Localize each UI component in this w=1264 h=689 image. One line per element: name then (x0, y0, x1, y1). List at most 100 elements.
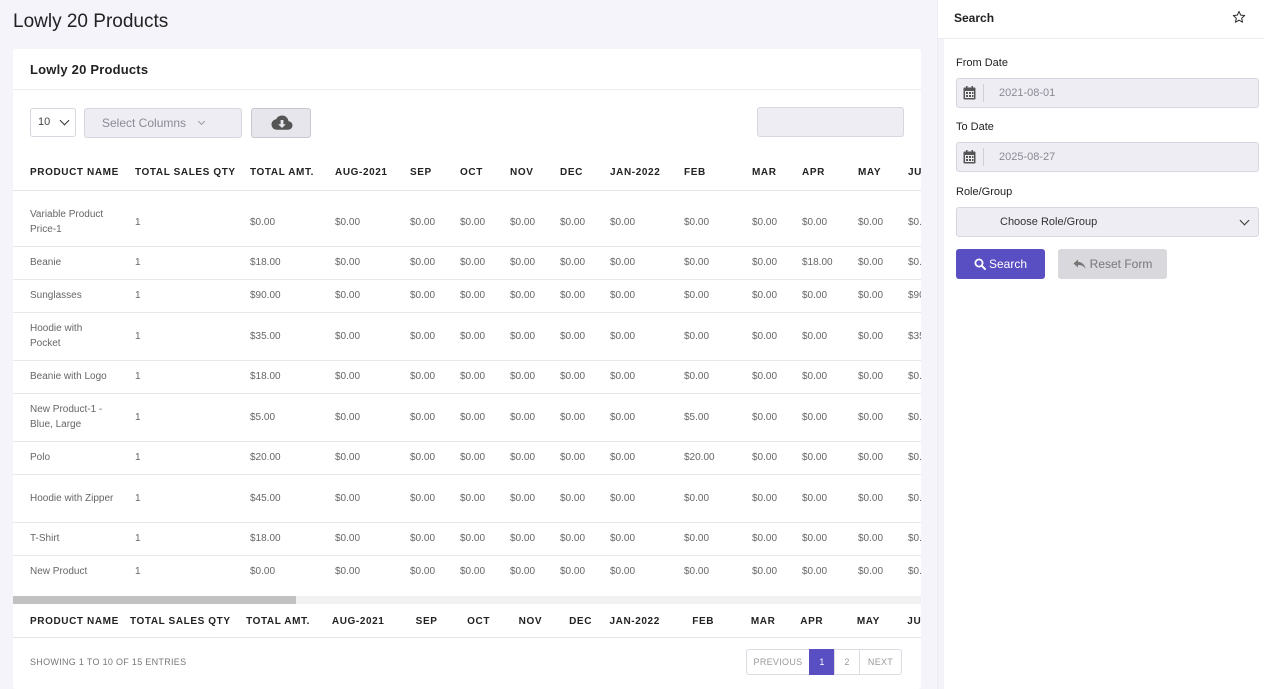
cell-jun: $35.00 (891, 312, 921, 361)
column-header-4[interactable]: SEP (393, 156, 443, 191)
column-header-6[interactable]: NOV (493, 156, 543, 191)
download-button[interactable] (251, 108, 311, 138)
cell-qty: 1 (118, 441, 233, 475)
cell-total: $18.00 (233, 522, 318, 556)
table-row: Sunglasses 1 $90.00 $0.00 $0.00 $0.00 $0.00 $0.… (13, 279, 921, 313)
cell-nov: $0.00 (493, 246, 543, 280)
to-date-value: 2025-08-27 (999, 151, 1056, 163)
cell-apr: $0.00 (785, 360, 841, 394)
role-group-select[interactable]: Choose Role/Group (956, 207, 1259, 237)
reset-button-label: Reset Form (1089, 257, 1153, 271)
column-header-10[interactable]: MAR (735, 156, 785, 191)
column-header-8[interactable]: JAN-2022 (593, 156, 667, 191)
footer-column-header-2[interactable]: TOTAL AMT. (229, 604, 315, 637)
cloud-download-icon (271, 115, 293, 130)
search-icon (974, 258, 986, 270)
cell-may: $0.00 (841, 441, 891, 475)
cell-feb: $5.00 (667, 393, 735, 442)
table-search-input[interactable] (757, 107, 904, 137)
footer-table: PRODUCT NAME TOTAL SALES QTY TOTAL AMT. AUG… (13, 604, 921, 637)
scrollbar-thumb[interactable] (13, 596, 296, 604)
cell-dec: $0.00 (543, 190, 593, 247)
footer-column-header-10[interactable]: MAR (734, 604, 783, 637)
cell-nov: $0.00 (493, 360, 543, 394)
cell-mar: $0.00 (735, 190, 785, 247)
chevron-down-icon (1239, 215, 1250, 226)
page-length-select[interactable]: 10 (30, 108, 76, 137)
footer-column-header-7[interactable]: DEC (552, 604, 592, 637)
column-header-9[interactable]: FEB (667, 156, 735, 191)
footer-column-header-3[interactable]: AUG-2021 (315, 604, 399, 637)
footer-column-header-1[interactable]: TOTAL SALES QTY (113, 604, 230, 637)
cell-mar: $0.00 (735, 279, 785, 313)
star-icon[interactable] (1232, 10, 1246, 24)
table-row: Polo 1 $20.00 $0.00 $0.00 $0.00 $0.00 $0.00 $0.0… (13, 441, 921, 475)
footer-column-header-6[interactable]: NOV (502, 604, 552, 637)
cell-jan: $0.00 (593, 393, 667, 442)
cell-aug: $0.00 (318, 393, 393, 442)
cell-aug: $0.00 (318, 474, 393, 523)
cell-sep: $0.00 (393, 555, 443, 588)
pagination-next[interactable]: NEXT (859, 649, 902, 675)
cell-apr: $0.00 (785, 279, 841, 313)
to-date-field[interactable]: 2025-08-27 (956, 142, 1259, 172)
footer-column-header-0[interactable]: PRODUCT NAME (13, 604, 118, 637)
footer-column-header-9[interactable]: FEB (675, 604, 734, 637)
cell-qty: 1 (118, 246, 233, 280)
cell-jan: $0.00 (593, 441, 667, 475)
cell-aug: $0.00 (318, 279, 393, 313)
column-header-5[interactable]: OCT (443, 156, 493, 191)
from-date-field[interactable]: 2021-08-01 (956, 78, 1259, 108)
column-header-2[interactable]: TOTAL AMT. (233, 156, 318, 191)
cell-qty: 1 (118, 312, 233, 361)
search-panel-title: Search (954, 11, 995, 25)
column-header-3[interactable]: AUG-2021 (318, 156, 393, 191)
pagination-previous[interactable]: PREVIOUS (746, 649, 810, 675)
cell-feb: $0.00 (667, 474, 735, 523)
cell-mar: $0.00 (735, 555, 785, 588)
footer-column-header-5[interactable]: OCT (450, 604, 501, 637)
cell-jun: $0.00 (891, 441, 921, 475)
cell-feb: $20.00 (667, 441, 735, 475)
search-button-label: Search (988, 257, 1028, 271)
cell-qty: 1 (118, 555, 233, 588)
cell-nov: $0.00 (493, 441, 543, 475)
cell-feb: $0.00 (667, 522, 735, 556)
pagination-page-1[interactable]: 1 (809, 649, 835, 675)
cell-name: Beanie (13, 246, 118, 280)
from-date-label: From Date (956, 57, 1008, 69)
cell-jan: $0.00 (593, 474, 667, 523)
cell-may: $0.00 (841, 190, 891, 247)
column-header-13[interactable]: JUN (891, 156, 921, 191)
cell-aug: $0.00 (318, 246, 393, 280)
page-title: Lowly 20 Products (13, 11, 169, 32)
search-button[interactable]: Search (956, 249, 1045, 279)
footer-column-header-4[interactable]: SEP (399, 604, 450, 637)
cell-dec: $0.00 (543, 522, 593, 556)
cell-qty: 1 (118, 190, 233, 247)
cell-oct: $0.00 (443, 190, 493, 247)
cell-aug: $0.00 (318, 555, 393, 588)
search-panel: Search From Date 2021-08-01 To Date 2025… (937, 0, 1264, 689)
entries-info: SHOWING 1 TO 10 OF 15 ENTRIES (30, 657, 187, 667)
column-header-7[interactable]: DEC (543, 156, 593, 191)
footer-column-header-8[interactable]: JAN-2022 (592, 604, 675, 637)
main-content: Lowly 20 Products Lowly 20 Products 10 S… (0, 0, 937, 689)
select-columns-dropdown[interactable]: Select Columns (84, 108, 242, 138)
cell-feb: $0.00 (667, 360, 735, 394)
column-header-1[interactable]: TOTAL SALES QTY (118, 156, 235, 191)
column-header-12[interactable]: MAY (841, 156, 891, 191)
cell-qty: 1 (118, 474, 233, 523)
footer-column-header-11[interactable]: APR (783, 604, 840, 637)
cell-total: $18.00 (233, 246, 318, 280)
column-header-11[interactable]: APR (785, 156, 841, 191)
cell-total: $0.00 (233, 555, 318, 588)
column-header-0[interactable]: PRODUCT NAME (13, 156, 118, 191)
footer-column-header-12[interactable]: MAY (840, 604, 890, 637)
cell-jan: $0.00 (593, 312, 667, 361)
pagination-page-2[interactable]: 2 (834, 649, 860, 675)
cell-feb: $0.00 (667, 312, 735, 361)
footer-column-header-13[interactable]: JUN (890, 604, 921, 637)
cell-name: Polo (13, 441, 118, 475)
reset-form-button[interactable]: Reset Form (1058, 249, 1167, 279)
